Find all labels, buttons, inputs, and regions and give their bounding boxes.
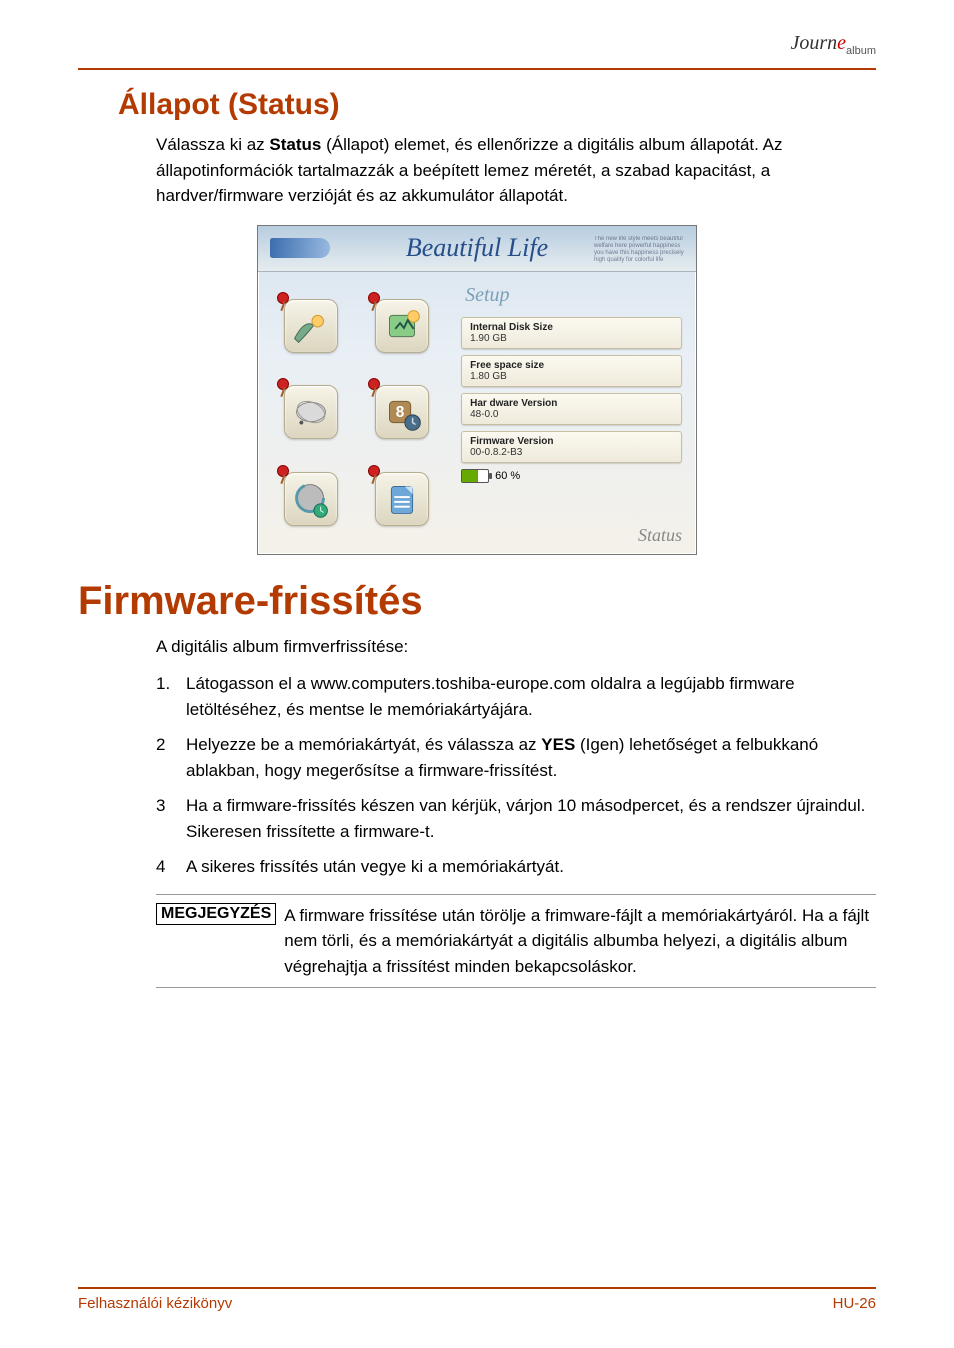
page-footer: Felhasználói kézikönyv HU-26 [78, 1287, 876, 1312]
info-label: Har dware Version [470, 398, 673, 409]
info-internal-disk: Internal Disk Size 1.90 GB [461, 317, 682, 349]
screenshot-container: Beautiful Life The new life style meets … [78, 225, 876, 555]
svg-text:8: 8 [396, 404, 405, 421]
status-text-bold: Status [269, 135, 321, 154]
firmware-body: A digitális album firmverfrissítése: 1. … [156, 634, 876, 880]
note-tag: MEGJEGYZÉS [156, 903, 276, 925]
step-text: Ha a firmware-frissítés készen van kérjü… [186, 793, 876, 844]
step-text: Helyezze be a memóriakártyát, és válassz… [186, 732, 876, 783]
info-hardware-version: Har dware Version 48-0.0 [461, 393, 682, 425]
info-label: Internal Disk Size [470, 322, 673, 333]
step-number: 4 [156, 854, 186, 880]
settings-icon-3 [284, 385, 338, 439]
page: Journealbum Állapot (Status) Válassza ki… [0, 0, 954, 1348]
settings-icon-5 [284, 472, 338, 526]
screenshot-body: 8 Setup Internal Disk Size 1.90 GB [258, 272, 696, 554]
logo-script: Journ [790, 32, 837, 54]
battery-value: 60 % [495, 470, 520, 482]
step-2-pre: Helyezze be a memóriakártyát, és válassz… [186, 735, 541, 754]
note-block: MEGJEGYZÉS A firmware frissítése után tö… [156, 894, 876, 989]
screenshot-header: Beautiful Life The new life style meets … [258, 226, 696, 272]
info-value: 1.90 GB [470, 333, 673, 344]
settings-icon-4: 8 [375, 385, 429, 439]
settings-icon-6 [375, 472, 429, 526]
battery-icon [461, 469, 489, 483]
battery-row: 60 % [461, 469, 682, 483]
step-number: 2 [156, 732, 186, 783]
logo-accent: e [837, 32, 846, 54]
info-label: Free space size [470, 360, 673, 371]
step-2: 2 Helyezze be a memóriakártyát, és válas… [156, 732, 876, 783]
footer-right: HU-26 [833, 1295, 876, 1312]
section-heading-status: Állapot (Status) [118, 88, 876, 122]
screenshot-icon-grid: 8 [258, 272, 455, 554]
screenshot-title: Beautiful Life [406, 233, 548, 263]
main-heading-firmware: Firmware-frissítés [78, 579, 876, 624]
screenshot-status-panel: Setup Internal Disk Size 1.90 GB Free sp… [455, 272, 696, 554]
brush-decoration [270, 238, 330, 258]
step-4: 4 A sikeres frissítés után vegye ki a me… [156, 854, 876, 880]
step-2-bold: YES [541, 735, 575, 754]
settings-icon-2 [375, 299, 429, 353]
info-label: Firmware Version [470, 436, 673, 447]
status-paragraph: Válassza ki az Status (Állapot) elemet, … [156, 132, 876, 209]
info-value: 00-0.8.2-B3 [470, 447, 673, 458]
footer-left: Felhasználói kézikönyv [78, 1295, 232, 1312]
status-text-pre: Válassza ki az [156, 135, 269, 154]
settings-icon-1 [284, 299, 338, 353]
info-free-space: Free space size 1.80 GB [461, 355, 682, 387]
setup-label: Setup [465, 284, 682, 307]
info-value: 48-0.0 [470, 409, 673, 420]
info-firmware-version: Firmware Version 00-0.8.2-B3 [461, 431, 682, 463]
status-tab-label: Status [638, 525, 682, 546]
screenshot-tagline: The new life style meets beautiful welfa… [594, 236, 684, 265]
step-text: Látogasson el a www.computers.toshiba-eu… [186, 671, 876, 722]
device-screenshot: Beautiful Life The new life style meets … [257, 225, 697, 555]
step-text: A sikeres frissítés után vegye ki a memó… [186, 854, 876, 880]
step-1: 1. Látogasson el a www.computers.toshiba… [156, 671, 876, 722]
info-value: 1.80 GB [470, 371, 673, 382]
note-text: A firmware frissítése után törölje a fri… [284, 903, 876, 980]
brand-logo: Journealbum [790, 32, 876, 57]
firmware-intro: A digitális album firmverfrissítése: [156, 634, 876, 660]
step-3: 3 Ha a firmware-frissítés készen van kér… [156, 793, 876, 844]
step-number: 3 [156, 793, 186, 844]
logo-sub: album [846, 45, 876, 57]
step-number: 1. [156, 671, 186, 722]
header-rule [78, 68, 876, 70]
